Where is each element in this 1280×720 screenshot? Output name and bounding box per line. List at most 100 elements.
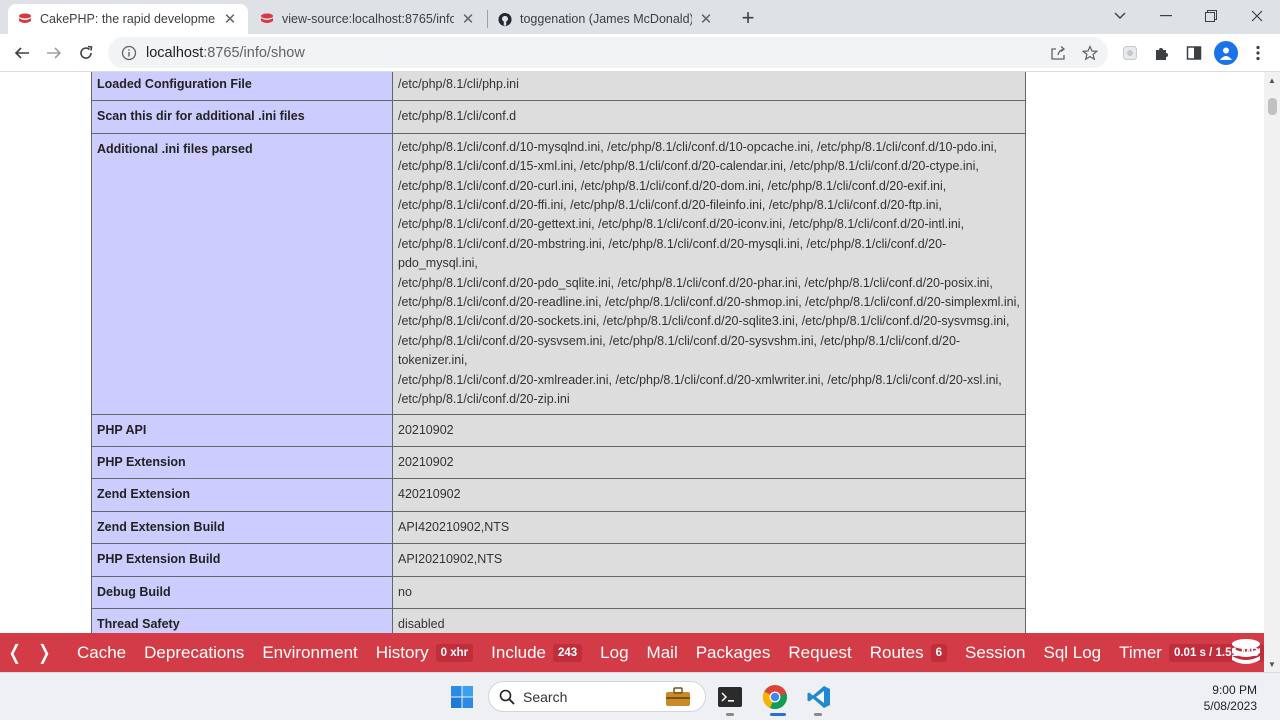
menu-kebab-icon[interactable]: [1245, 40, 1271, 66]
setting-value-list: /etc/php/8.1/cli/conf.d/10-mysqlnd.ini, …: [392, 132, 1026, 415]
phpinfo-table: Loaded Configuration File/etc/php/8.1/cl…: [91, 72, 1026, 633]
browser-toolbar: localhost:8765/info/show: [0, 34, 1280, 72]
github-icon: [498, 12, 512, 26]
tab-view-source[interactable]: view-source:localhost:8765/info/ ✕: [250, 4, 486, 34]
extensions-puzzle-icon[interactable]: [1149, 40, 1175, 66]
ini-file-line: /etc/php/8.1/cli/conf.d/20-mbstring.ini,…: [398, 236, 947, 271]
cakephp-icon: [260, 12, 274, 26]
clock-date: 5/08/2023: [1203, 699, 1257, 713]
tab-title: toggenation (James McDonald): [520, 12, 692, 26]
setting-name: Debug Build: [91, 575, 393, 609]
debugkit-panel-deprecations[interactable]: Deprecations: [144, 643, 244, 663]
clock-time: 9:00 PM: [1212, 683, 1257, 697]
setting-value: /etc/php/8.1/cli/php.ini: [392, 72, 1026, 102]
panel-badge: 0 xhr: [435, 643, 474, 662]
debugkit-panel-include[interactable]: Include 243: [491, 643, 583, 663]
debugkit-prev-icon[interactable]: ❬: [0, 640, 30, 665]
forward-icon[interactable]: [41, 40, 67, 66]
windows-start-icon[interactable]: [446, 681, 478, 713]
tab-github[interactable]: toggenation (James McDonald) ✕: [488, 4, 724, 34]
setting-value: /etc/php/8.1/cli/conf.d: [392, 100, 1026, 134]
panel-badge: 243: [552, 643, 583, 662]
back-icon[interactable]: [9, 40, 35, 66]
panel-label: Routes: [869, 642, 924, 662]
setting-name: Scan this dir for additional .ini files: [91, 100, 393, 134]
address-bar[interactable]: localhost:8765/info/show: [108, 37, 1108, 68]
debugkit-panel-session[interactable]: Session: [965, 643, 1025, 663]
page-scrollbar[interactable]: ▲ ▼: [1264, 72, 1280, 672]
extension-app-icon[interactable]: [1117, 40, 1143, 66]
debugkit-panel-request[interactable]: Request: [788, 643, 851, 663]
restore-icon[interactable]: [1196, 4, 1226, 28]
table-row: Thread Safety disabled: [91, 607, 1026, 633]
scroll-down-arrow-icon[interactable]: ▼: [1264, 656, 1280, 672]
tab-title: CakePHP: the rapid development: [40, 12, 216, 26]
debugkit-panel-history[interactable]: History 0 xhr: [375, 642, 474, 663]
debugkit-panel-routes[interactable]: Routes 6: [870, 643, 947, 663]
panel-label: Log: [600, 642, 629, 662]
table-row: Scan this dir for additional .ini files /…: [91, 100, 1026, 134]
table-row: PHP Extension 20210902: [91, 445, 1026, 480]
setting-value: 420210902: [392, 478, 1026, 512]
panel-badge: 6: [930, 643, 947, 662]
debugkit-panel-packages[interactable]: Packages: [696, 643, 771, 663]
site-info-icon[interactable]: [114, 45, 144, 61]
table-row: Debug Build no: [91, 575, 1026, 609]
debugkit-panel-cache[interactable]: Cache: [77, 643, 126, 663]
minimize-icon[interactable]: [1151, 4, 1181, 28]
table-row: PHP Extension Build API20210902,NTS: [91, 543, 1026, 577]
setting-name: Zend Extension Build: [91, 510, 393, 545]
scroll-up-arrow-icon[interactable]: ▲: [1264, 72, 1280, 88]
chrome-icon[interactable]: [759, 681, 791, 713]
ini-file-line: /etc/php/8.1/cli/conf.d/20-ffi.ini, /etc…: [398, 198, 942, 213]
terminal-icon[interactable]: [714, 681, 746, 713]
debugkit-panel-mail[interactable]: Mail: [647, 643, 678, 663]
profile-avatar[interactable]: [1214, 41, 1238, 65]
reload-icon[interactable]: [73, 40, 99, 66]
panel-label: Sql Log: [1043, 642, 1102, 662]
system-clock[interactable]: 9:00 PM 5/08/2023: [1204, 682, 1257, 714]
setting-name: PHP Extension: [91, 445, 393, 480]
vscode-icon[interactable]: [803, 681, 835, 713]
ini-file-line: /etc/php/8.1/cli/conf.d/20-readline.ini,…: [398, 295, 1020, 310]
debugkit-panel-log[interactable]: Log: [600, 643, 628, 663]
ini-file-line: /etc/php/8.1/cli/conf.d/20-gettext.ini, …: [398, 217, 965, 232]
table-row: PHP API 20210902: [91, 413, 1026, 447]
bookmark-star-icon[interactable]: [1077, 40, 1103, 66]
side-panel-icon[interactable]: [1181, 40, 1207, 66]
close-icon[interactable]: ✕: [222, 11, 238, 28]
table-row: Loaded Configuration File/etc/php/8.1/cl…: [91, 72, 1026, 102]
tab-cakephp[interactable]: CakePHP: the rapid development ✕: [8, 4, 248, 34]
tab-search-chevron-icon[interactable]: [1105, 4, 1135, 28]
ini-file-line: /etc/php/8.1/cli/conf.d/20-sockets.ini, …: [398, 314, 1010, 329]
close-icon[interactable]: ✕: [698, 11, 714, 28]
running-indicator: [726, 713, 734, 716]
url-path: :8765/info/show: [203, 44, 305, 61]
taskbar-search[interactable]: Search: [488, 681, 706, 712]
debugkit-panel-sql-log[interactable]: Sql Log: [1043, 643, 1101, 663]
setting-name: PHP API: [91, 413, 393, 447]
debugkit-panel-environment[interactable]: Environment: [262, 643, 357, 663]
cakephp-icon: [18, 12, 32, 26]
ini-file-line: /etc/php/8.1/cli/conf.d/20-zip.ini: [398, 392, 570, 407]
close-icon[interactable]: ✕: [460, 11, 476, 28]
share-icon[interactable]: [1045, 40, 1071, 66]
debugkit-next-icon[interactable]: ❭: [30, 640, 60, 665]
url-host: localhost: [146, 44, 204, 61]
setting-value: disabled: [392, 607, 1026, 633]
table-row: Zend Extension Build API420210902,NTS: [91, 510, 1026, 545]
scrollbar-thumb[interactable]: [1268, 98, 1277, 115]
panel-label: Session: [965, 642, 1026, 662]
page-viewport: Loaded Configuration File/etc/php/8.1/cl…: [0, 72, 1264, 633]
search-label: Search: [523, 688, 568, 705]
panel-label: Mail: [646, 642, 678, 662]
close-window-icon[interactable]: [1242, 4, 1272, 28]
panel-label: Cache: [77, 642, 127, 662]
setting-value: 20210902: [392, 445, 1026, 480]
url-text: localhost:8765/info/show: [146, 45, 305, 61]
table-row: Zend Extension 420210902: [91, 478, 1026, 512]
panel-label: History: [375, 642, 429, 662]
ini-file-line: /etc/php/8.1/cli/conf.d/20-xmlreader.ini…: [398, 372, 1002, 387]
new-tab-button[interactable]: +: [736, 5, 760, 30]
cakephp-logo-icon[interactable]: [1230, 638, 1262, 666]
